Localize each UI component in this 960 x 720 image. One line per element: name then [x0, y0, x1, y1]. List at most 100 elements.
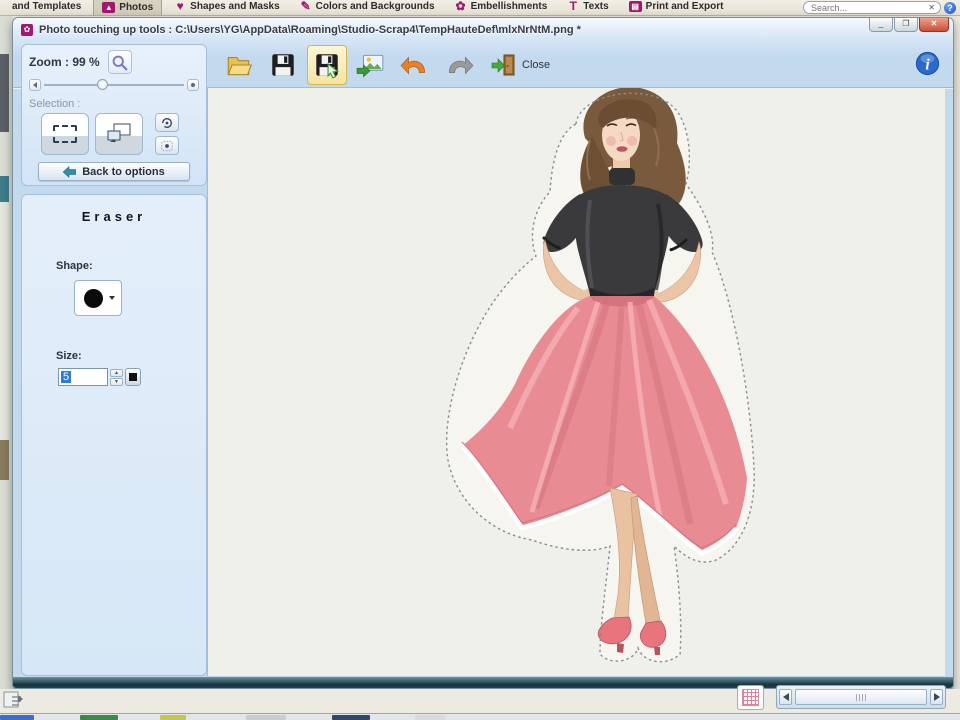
minimize-button[interactable]: _ — [869, 18, 893, 32]
left-arrow-icon — [33, 82, 37, 88]
shape-label: Shape: — [56, 260, 93, 272]
left-arrow-icon — [782, 693, 789, 701]
grid-icon — [742, 689, 759, 706]
tab-label: Colors and Backgrounds — [315, 1, 435, 12]
center-selection-button[interactable] — [155, 136, 179, 155]
size-increment-button[interactable]: ▲ — [110, 368, 123, 377]
tab-pages-templates[interactable]: and Templates — [4, 0, 89, 15]
round-brush-icon — [84, 288, 103, 308]
scrollbar-thumb[interactable] — [795, 689, 927, 705]
tab-label: Shapes and Masks — [190, 1, 280, 12]
taskbar-item — [332, 715, 370, 720]
taskbar-strip — [0, 713, 960, 720]
fashion-illustration — [445, 88, 755, 663]
photo-icon: ▲ — [102, 1, 116, 13]
eraser-size-input[interactable]: 5 — [58, 368, 108, 386]
chevron-down-icon — [109, 296, 115, 300]
zoom-fit-button[interactable] — [107, 50, 132, 74]
taskbar-item — [160, 715, 186, 720]
size-apply-button[interactable] — [125, 368, 141, 386]
save-as-button[interactable] — [307, 45, 347, 85]
export-image-button[interactable] — [351, 45, 391, 85]
tab-shapes-masks[interactable]: ♥ Shapes and Masks — [166, 0, 287, 15]
turtleneck-collar — [609, 168, 635, 185]
tab-label: and Templates — [12, 1, 82, 12]
target-icon — [161, 140, 173, 151]
open-folder-icon — [227, 56, 253, 76]
printer-icon: ▤ — [628, 1, 642, 12]
swatch-icon — [129, 373, 137, 381]
save-as-icon — [316, 54, 340, 79]
rotate-selection-button[interactable] — [155, 113, 179, 132]
tab-texts[interactable]: T Texts — [559, 0, 616, 15]
lips — [616, 146, 628, 152]
background-ribbon: and Templates ▲ Photos ♥ Shapes and Mask… — [0, 0, 960, 16]
save-button[interactable] — [263, 45, 303, 85]
zoom-in-button[interactable] — [187, 79, 199, 91]
search-input[interactable] — [809, 1, 919, 14]
taskbar-item — [80, 715, 118, 720]
heel — [654, 647, 660, 655]
zoom-slider-handle[interactable] — [97, 79, 109, 90]
tab-print-export[interactable]: ▤ Print and Export — [621, 0, 732, 15]
undo-button[interactable] — [395, 45, 435, 85]
exit-door-icon — [491, 54, 515, 76]
zoom-slider-track[interactable] — [44, 79, 184, 90]
dialog-toolbar: Close — [219, 43, 557, 87]
redo-button[interactable] — [439, 45, 479, 85]
selection-section-label: Selection : — [29, 98, 81, 110]
tab-embellishments[interactable]: ✿ Embellishments — [447, 0, 556, 15]
taskbar-item — [0, 715, 34, 720]
size-label: Size: — [56, 350, 82, 362]
photo-touchup-dialog: ✿ Photo touching up tools : C:\Users\YG\… — [12, 17, 954, 689]
eraser-size-value: 5 — [61, 371, 72, 383]
zoom-out-button[interactable] — [29, 79, 41, 91]
text-icon: T — [569, 0, 577, 13]
zoom-slider[interactable] — [29, 78, 199, 92]
open-button[interactable] — [219, 45, 259, 85]
save-icon — [272, 54, 294, 76]
taskbar-item — [415, 715, 445, 720]
help-button[interactable]: ? — [944, 1, 956, 14]
eraser-shape-dropdown[interactable] — [74, 280, 122, 316]
info-icon: i — [915, 51, 940, 76]
scroll-left-button[interactable] — [779, 689, 792, 705]
rectangular-selection-button[interactable] — [41, 113, 89, 155]
scroll-right-button[interactable] — [930, 689, 943, 705]
selection-marquee-icon — [53, 125, 77, 143]
right-arrow-icon — [933, 693, 940, 701]
app-icon: ✿ — [21, 23, 33, 36]
magnifier-icon — [112, 55, 128, 70]
background-window-bottom — [0, 685, 960, 713]
flower-icon: ✿ — [455, 0, 466, 13]
tab-photos[interactable]: ▲ Photos — [93, 0, 163, 15]
image-canvas[interactable] — [207, 87, 945, 676]
eraser-title: Eraser — [81, 209, 147, 224]
layers-icon — [107, 123, 131, 142]
maximize-button[interactable]: ❐ — [894, 18, 918, 32]
tab-label: Embellishments — [470, 1, 548, 12]
tab-colors-backgrounds[interactable]: ✎ Colors and Backgrounds — [292, 0, 443, 15]
dialog-titlebar[interactable]: ✿ Photo touching up tools : C:\Users\YG\… — [13, 18, 953, 41]
move-selection-button[interactable] — [95, 113, 143, 155]
tab-label: Photos — [119, 1, 154, 13]
tab-label: Print and Export — [645, 1, 724, 12]
close-window-button[interactable]: ✕ — [919, 18, 949, 32]
shape-icon: ♥ — [176, 0, 184, 13]
redo-icon — [449, 56, 474, 75]
dot-icon — [191, 83, 195, 87]
search-input-wrap: ✕ — [803, 1, 941, 14]
back-to-options-button[interactable]: Back to options — [38, 162, 190, 181]
close-tools-button[interactable]: Close — [483, 45, 557, 85]
view-selection-panel: Zoom : 99 % Selection : Back to options — [21, 44, 207, 186]
horizontal-scrollbar[interactable] — [776, 685, 946, 709]
close-tools-label: Close — [522, 59, 551, 71]
page-setup-icon — [3, 691, 23, 708]
heel — [617, 643, 624, 653]
size-decrement-button[interactable]: ▼ — [110, 377, 123, 386]
brush-icon: ✎ — [300, 0, 311, 13]
info-button[interactable]: i — [914, 50, 941, 77]
clear-search-icon[interactable]: ✕ — [928, 3, 935, 12]
rotate-icon — [162, 117, 172, 128]
grid-view-button[interactable] — [737, 685, 764, 710]
